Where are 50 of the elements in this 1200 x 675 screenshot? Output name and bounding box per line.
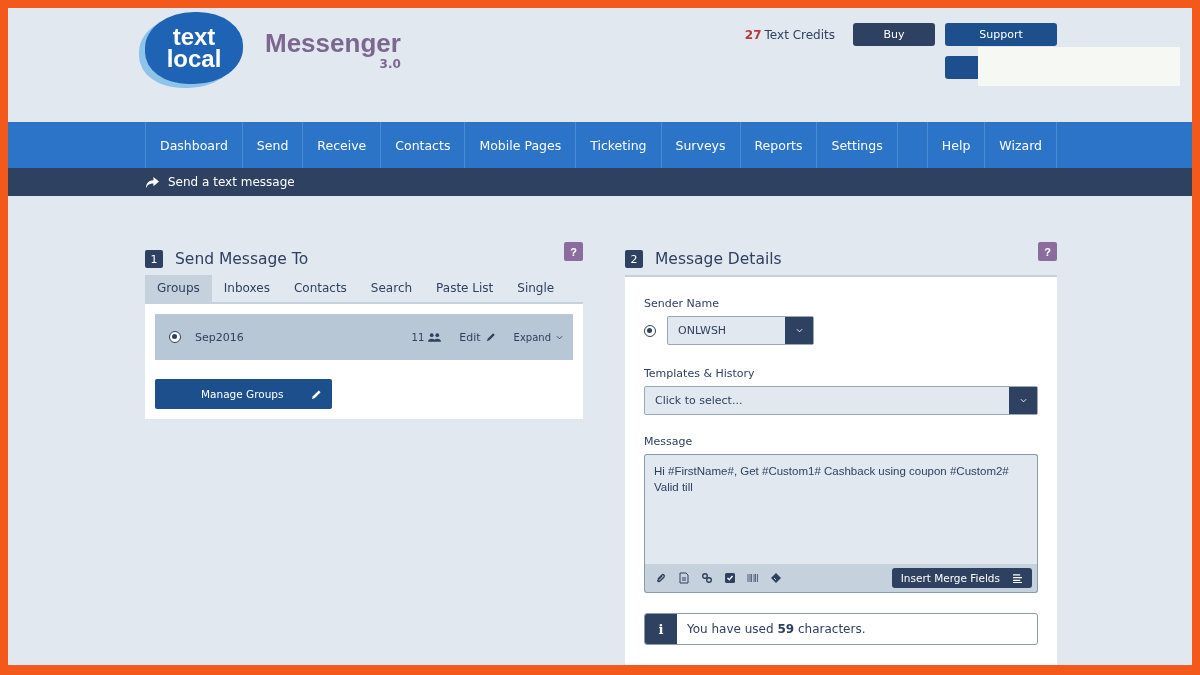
users-icon	[428, 332, 442, 342]
tab[interactable]: Single	[505, 275, 567, 302]
tab[interactable]: Paste List	[424, 275, 506, 302]
panel-title: Send Message To	[175, 250, 310, 268]
field-label: Message	[644, 435, 694, 448]
ticket-icon[interactable]	[770, 572, 782, 584]
field-label: Templates & History	[644, 367, 756, 380]
checkbox-icon[interactable]	[724, 572, 736, 584]
member-count: 11	[411, 331, 425, 343]
edit-link[interactable]: Edit	[459, 330, 481, 344]
tab[interactable]: Search	[358, 275, 425, 302]
list-icon	[1012, 573, 1023, 583]
group-row[interactable]: Sep2016 11 Edit Expand	[155, 314, 573, 360]
insert-merge-fields-button[interactable]: Insert Merge Fields	[891, 568, 1032, 588]
header-button[interactable]: Buy	[853, 23, 935, 46]
document-icon[interactable]	[678, 572, 690, 584]
barcode-icon[interactable]	[747, 572, 759, 584]
tab[interactable]: Inboxes	[211, 275, 282, 302]
chevron-down-icon[interactable]	[795, 328, 803, 333]
field-label: Sender Name	[644, 297, 720, 310]
sender-select[interactable]: ONLWSH	[667, 316, 814, 345]
paperclip-icon[interactable]	[655, 572, 667, 584]
tab[interactable]: Groups	[145, 275, 212, 302]
tab[interactable]: Contacts	[281, 275, 359, 302]
expand-link[interactable]: Expand	[513, 331, 551, 343]
help-button[interactable]: ?	[564, 242, 583, 261]
link-icon[interactable]	[701, 572, 713, 584]
manage-groups-button[interactable]: Manage Groups	[155, 379, 332, 409]
step-number: 2	[625, 250, 643, 268]
info-icon: i	[645, 614, 677, 644]
panel-title: Message Details	[655, 250, 783, 268]
chevron-down-icon[interactable]	[1019, 398, 1027, 403]
radio-button[interactable]	[169, 331, 181, 343]
group-name: Sep2016	[195, 330, 245, 344]
radio-button[interactable]	[644, 324, 656, 337]
pencil-icon	[485, 332, 496, 342]
step-number: 1	[145, 250, 163, 268]
breadcrumb: Send a text message	[168, 175, 295, 189]
pencil-icon	[311, 388, 322, 400]
message-field[interactable]: Hi #FirstName#, Get #Custom1# Cashback using coupon #Custom2# Valid till	[644, 454, 1038, 564]
app-title: Messenger	[265, 28, 401, 59]
templates-select[interactable]: Click to select...	[644, 386, 1038, 415]
chevron-down-icon	[556, 334, 563, 340]
app-version: 3.0	[379, 57, 401, 71]
credits-count: 27	[744, 27, 762, 42]
header-button[interactable]: Support	[945, 23, 1057, 46]
help-button[interactable]: ?	[1038, 242, 1057, 261]
share-arrow-icon	[145, 175, 160, 189]
credits-label: Text Credits	[764, 27, 835, 42]
character-count: You have used 59 characters.	[686, 621, 866, 638]
